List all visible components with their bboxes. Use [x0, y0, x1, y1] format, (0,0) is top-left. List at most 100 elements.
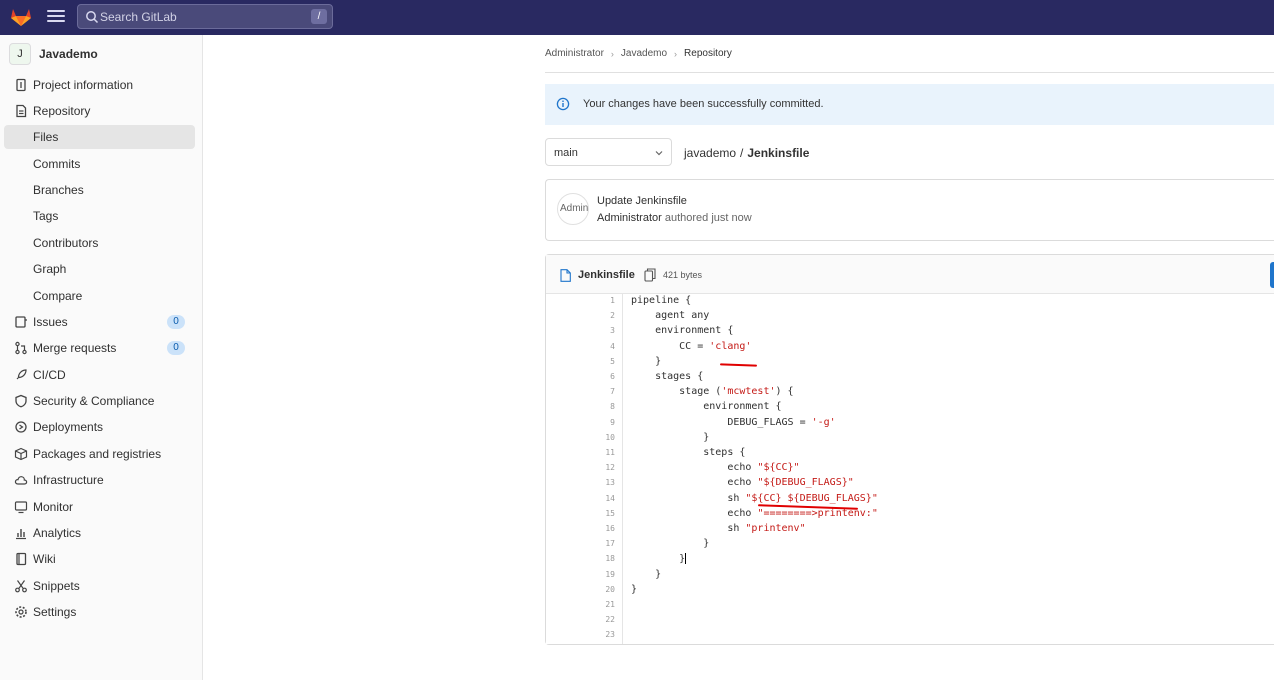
sidebar-item-files[interactable]: Files	[4, 125, 195, 149]
file-name[interactable]: Jenkinsfile	[578, 269, 635, 281]
hamburger-menu-icon[interactable]	[47, 10, 65, 24]
project-header[interactable]: J Javademo	[9, 42, 98, 66]
line-number[interactable]: 23	[585, 630, 615, 639]
file-viewer: Jenkinsfile 421 bytes 1 2 3 4 5 6 7 8 9 10 11 12 13 1…	[545, 254, 1274, 645]
breadcrumb-chevron-icon: ›	[610, 48, 614, 59]
repository-icon	[14, 104, 28, 118]
sidebar-item-infrastructure[interactable]: Infrastructure	[4, 469, 195, 491]
sidebar-item-compare[interactable]: Compare	[4, 285, 195, 307]
line-number[interactable]: 11	[585, 448, 615, 457]
commit-meta: Administrator authored just now	[597, 212, 752, 224]
project-info-icon	[14, 78, 28, 92]
line-number[interactable]: 15	[585, 509, 615, 518]
sidebar-item-label: Analytics	[33, 526, 82, 540]
line-number[interactable]: 19	[585, 570, 615, 579]
issues-icon	[14, 315, 28, 329]
branch-selector[interactable]: main	[545, 138, 672, 166]
sidebar-item-label: Monitor	[33, 500, 74, 514]
line-number[interactable]: 6	[585, 372, 615, 381]
breadcrumb-chevron-icon: ›	[674, 48, 678, 59]
sidebar-item-graph[interactable]: Graph	[4, 258, 195, 280]
line-number[interactable]: 5	[585, 357, 615, 366]
success-alert: Your changes have been successfully comm…	[545, 84, 1274, 125]
code-line: }	[631, 355, 662, 367]
line-number[interactable]: 3	[585, 326, 615, 335]
code-line: environment {	[631, 325, 734, 337]
sidebar-item-branches[interactable]: Branches	[4, 179, 195, 201]
edit-button[interactable]	[1270, 262, 1274, 288]
sidebar-item-label: Issues	[33, 315, 68, 329]
line-number[interactable]: 17	[585, 539, 615, 548]
file-path: javademo / Jenkinsfile	[684, 146, 809, 160]
sidebar-item-tags[interactable]: Tags	[4, 205, 195, 227]
scissors-icon	[14, 579, 28, 593]
sidebar-item-issues[interactable]: Issues 0	[4, 311, 195, 333]
gitlab-logo-icon[interactable]	[10, 7, 32, 27]
annotation-underline	[719, 363, 758, 367]
sidebar-item-label: Tags	[33, 209, 59, 223]
commit-author-avatar[interactable]: Admin	[557, 193, 589, 225]
sidebar-item-label: Settings	[33, 605, 77, 619]
search-input[interactable]	[100, 7, 300, 26]
path-project-link[interactable]: javademo	[684, 146, 736, 160]
sidebar-item-label: Commits	[33, 157, 81, 171]
code-line: CC = 'clang'	[631, 340, 752, 352]
sidebar-item-commits[interactable]: Commits	[4, 153, 195, 175]
line-number[interactable]: 21	[585, 600, 615, 609]
sidebar-item-deployments[interactable]: Deployments	[4, 416, 195, 438]
sidebar-item-monitor[interactable]: Monitor	[4, 496, 195, 518]
breadcrumb-item-repository[interactable]: Repository	[684, 48, 732, 59]
path-separator: /	[740, 146, 744, 160]
line-number[interactable]: 12	[585, 463, 615, 472]
sidebar-item-project-information[interactable]: Project information	[4, 74, 195, 96]
sidebar-item-snippets[interactable]: Snippets	[4, 575, 195, 597]
last-commit-box: Admin Update Jenkinsfile Administrator a…	[545, 179, 1274, 241]
rocket-icon	[14, 368, 28, 382]
merge-request-icon	[14, 341, 28, 355]
sidebar-item-label: Graph	[33, 262, 67, 276]
sidebar-item-merge-requests[interactable]: Merge requests 0	[4, 337, 195, 359]
line-number[interactable]: 14	[585, 494, 615, 503]
sidebar-item-wiki[interactable]: Wiki	[4, 548, 195, 570]
commit-title-link[interactable]: Update Jenkinsfile	[597, 195, 687, 207]
gear-icon	[14, 605, 28, 619]
monitor-icon	[14, 500, 28, 514]
code-line: environment {	[631, 401, 782, 413]
sidebar-item-label: Project information	[33, 78, 134, 92]
line-number[interactable]: 20	[585, 585, 615, 594]
code-line: echo "${DEBUG_FLAGS}"	[631, 477, 854, 489]
line-number[interactable]: 16	[585, 524, 615, 533]
code-line: }	[631, 553, 687, 565]
line-number[interactable]: 9	[585, 418, 615, 427]
line-number[interactable]: 18	[585, 554, 615, 563]
sidebar-item-settings[interactable]: Settings	[4, 601, 195, 623]
line-number[interactable]: 8	[585, 402, 615, 411]
issues-count-badge: 0	[167, 315, 185, 329]
sidebar-item-repository[interactable]: Repository	[4, 100, 195, 122]
code-line: stage ('mcwtest') {	[631, 386, 794, 398]
commit-author-link[interactable]: Administrator	[597, 212, 662, 224]
path-file-link[interactable]: Jenkinsfile	[747, 146, 809, 160]
sidebar-item-contributors[interactable]: Contributors	[4, 232, 195, 254]
sidebar: J Javademo Project information Repositor…	[0, 35, 203, 680]
sidebar-item-analytics[interactable]: Analytics	[4, 522, 195, 544]
info-icon	[556, 97, 570, 111]
project-name: Javademo	[39, 47, 98, 61]
shield-icon	[14, 394, 28, 408]
line-number[interactable]: 13	[585, 478, 615, 487]
line-number[interactable]: 7	[585, 387, 615, 396]
sidebar-item-label: CI/CD	[33, 368, 66, 382]
breadcrumb-item-javademo[interactable]: Javademo	[621, 48, 667, 59]
line-number[interactable]: 2	[585, 311, 615, 320]
line-number[interactable]: 22	[585, 615, 615, 624]
line-number[interactable]: 10	[585, 433, 615, 442]
breadcrumb-item-administrator[interactable]: Administrator	[545, 48, 604, 59]
line-number[interactable]: 4	[585, 342, 615, 351]
sidebar-item-label: Compare	[33, 289, 83, 303]
sidebar-item-packages-registries[interactable]: Packages and registries	[4, 443, 195, 465]
copy-file-path-icon[interactable]	[644, 268, 656, 282]
sidebar-item-ci-cd[interactable]: CI/CD	[4, 364, 195, 386]
sidebar-item-security-compliance[interactable]: Security & Compliance	[4, 390, 195, 412]
search-box[interactable]: /	[77, 4, 333, 29]
line-number[interactable]: 1	[585, 296, 615, 305]
